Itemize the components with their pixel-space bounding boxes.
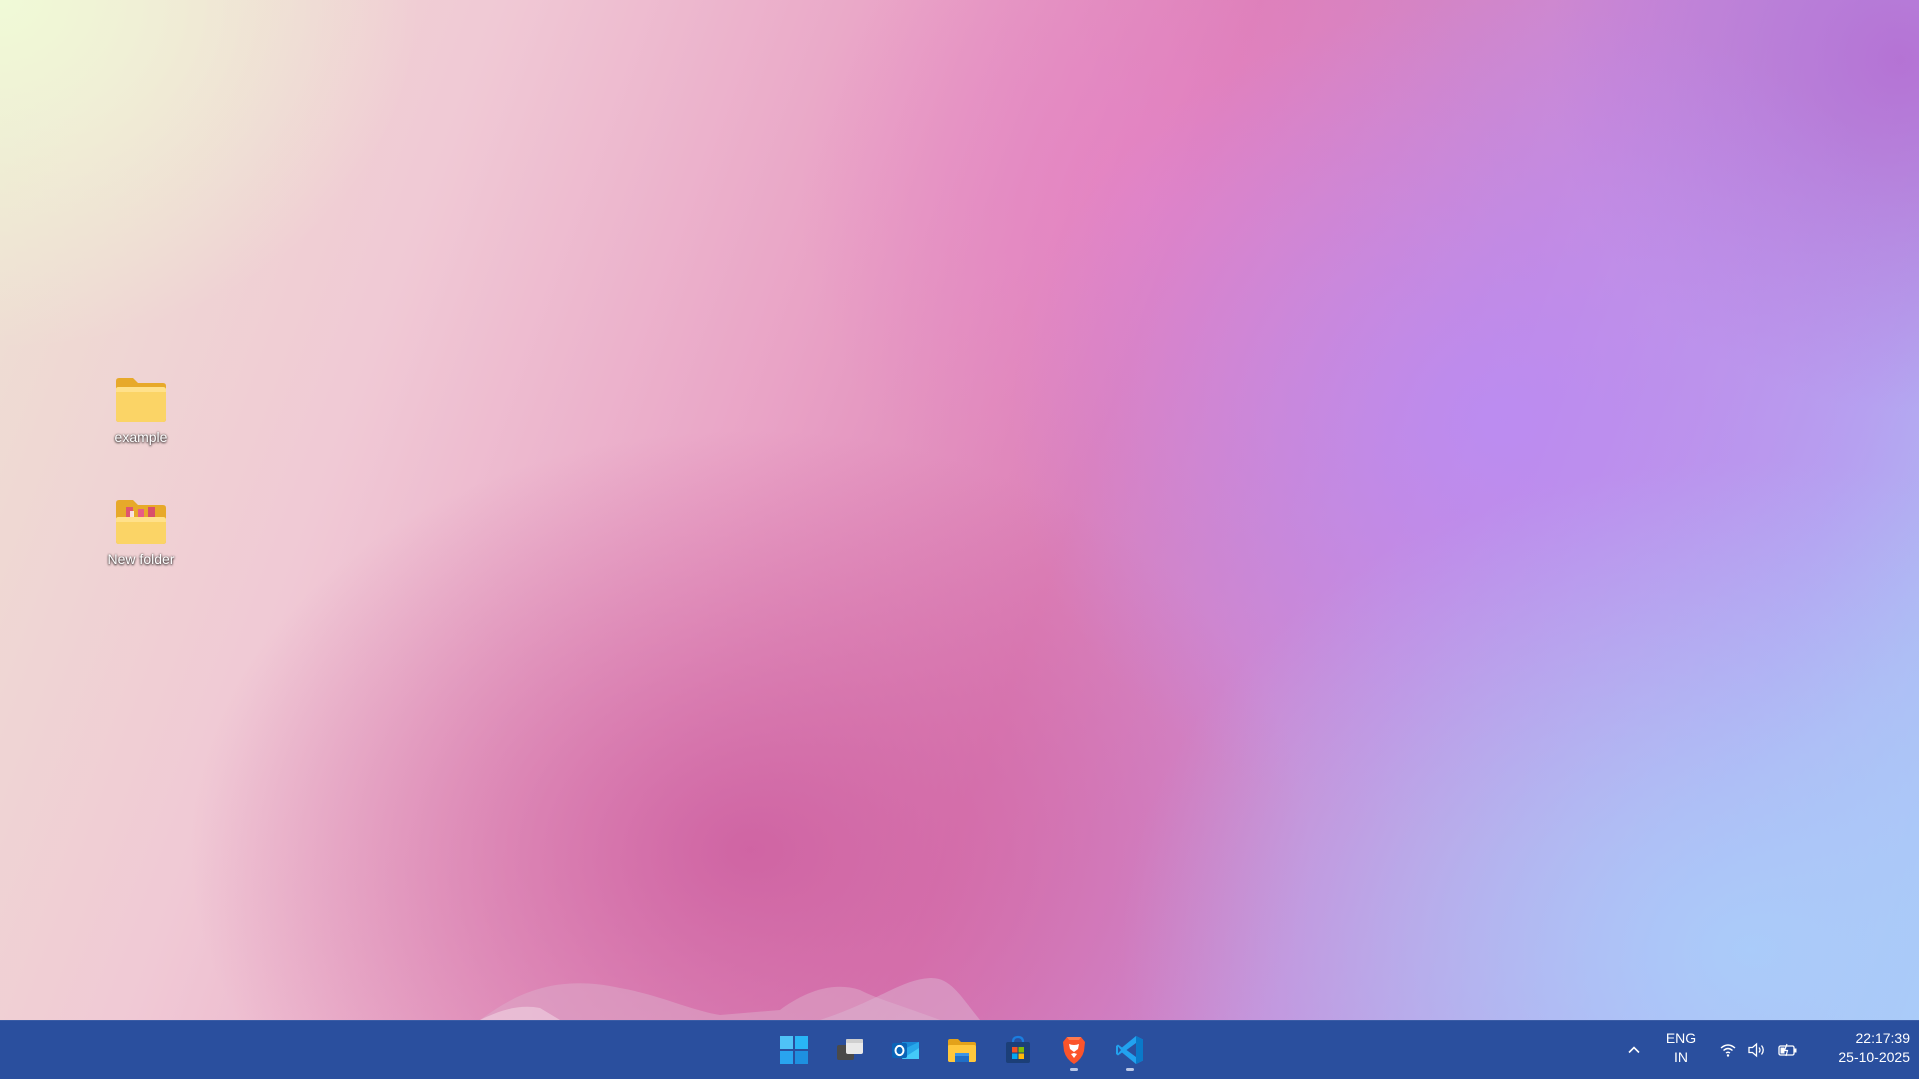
chevron-up-icon (1628, 1046, 1640, 1054)
outlook-icon (892, 1042, 919, 1059)
microsoft-store-icon (1006, 1035, 1030, 1063)
clock-date: 25-10-2025 (1838, 1049, 1910, 1065)
folder-with-files-icon (116, 500, 166, 544)
show-hidden-icons-button[interactable] (1620, 1033, 1648, 1067)
input-language-indicator[interactable]: ENG IN (1655, 1029, 1707, 1067)
clock-time: 22:17:39 (1855, 1030, 1911, 1046)
battery-charging-icon (1777, 1041, 1799, 1059)
brave-browser-button[interactable] (1050, 1027, 1098, 1073)
desktop-icon-label: example (114, 429, 168, 445)
vscode-icon (1116, 1036, 1143, 1064)
desktop-icon-label: New folder (107, 551, 175, 567)
taskbar-clock[interactable]: 22:17:39 25-10-2025 (1810, 1029, 1910, 1067)
taskbar: ENG IN 22:17:39 25-10-2025 (0, 1020, 1919, 1079)
desktop-icon-example[interactable]: example (91, 375, 191, 445)
running-indicator (1070, 1068, 1078, 1071)
folder-icon (116, 378, 166, 422)
wifi-icon (1719, 1041, 1737, 1059)
language-code: ENG (1665, 1030, 1697, 1046)
volume-icon (1747, 1041, 1767, 1059)
file-explorer-icon (948, 1039, 976, 1062)
brave-browser-icon (1063, 1037, 1085, 1064)
vscode-button[interactable] (1106, 1027, 1154, 1073)
quick-settings-button[interactable] (1714, 1033, 1804, 1067)
task-view-button[interactable] (826, 1027, 874, 1073)
start-button[interactable] (770, 1027, 818, 1073)
language-region: IN (1674, 1049, 1688, 1065)
task-view-icon (837, 1039, 863, 1060)
running-indicator (1126, 1068, 1134, 1071)
desktop-wallpaper: example New folder (0, 0, 1919, 1020)
file-explorer-button[interactable] (938, 1027, 986, 1073)
microsoft-store-button[interactable] (994, 1027, 1042, 1073)
desktop-icon-new-folder[interactable]: New folder (91, 497, 191, 567)
wallpaper-hills (480, 977, 980, 1020)
windows-start-icon (780, 1036, 808, 1064)
outlook-button[interactable] (882, 1027, 930, 1073)
